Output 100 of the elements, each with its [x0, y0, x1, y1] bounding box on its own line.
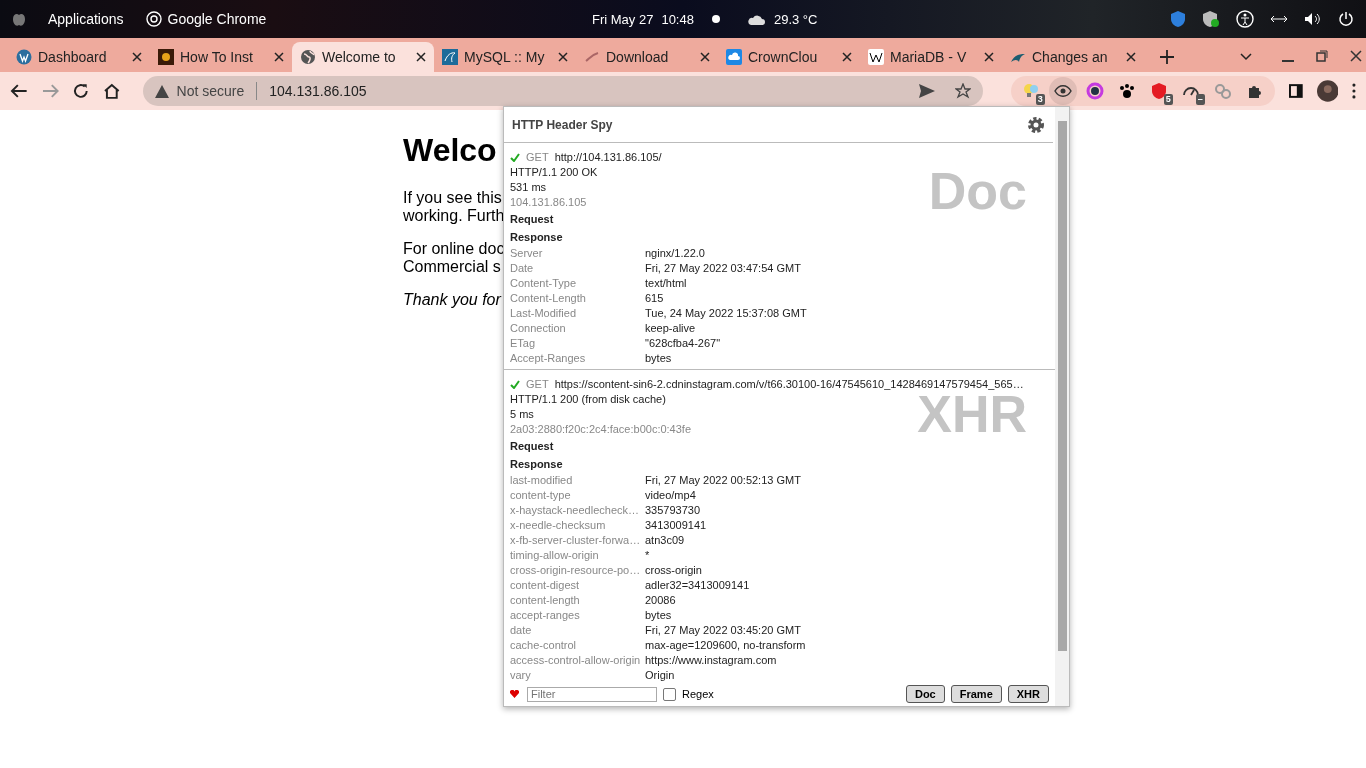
header-value: cross-origin [645, 563, 703, 578]
restore-icon[interactable] [1316, 50, 1328, 62]
heart-icon[interactable] [510, 690, 519, 698]
header-name: content-length [510, 593, 581, 608]
reload-icon[interactable] [73, 83, 89, 99]
close-icon[interactable] [274, 52, 284, 62]
header-name: vary [510, 668, 532, 682]
browser-tab[interactable]: CrownClou [718, 42, 860, 72]
close-icon[interactable] [842, 52, 852, 62]
request-url[interactable]: http://104.131.86.105/ [554, 150, 662, 165]
header-value: Origin [645, 668, 676, 682]
header-value: 3413009141 [645, 518, 708, 533]
header-name: Content-Type [510, 276, 578, 291]
browser-tab[interactable]: Dashboard [8, 42, 150, 72]
browser-tab[interactable]: MariaDB - V [860, 42, 1002, 72]
header-value: https://www.instagram.com [645, 653, 778, 668]
filter-button[interactable]: XHR [1007, 685, 1049, 703]
header-value: Tue, 24 May 2022 15:37:08 GMT [645, 306, 808, 321]
network-icon[interactable] [1270, 14, 1288, 24]
avatar[interactable] [1316, 80, 1339, 102]
accessibility-icon[interactable] [1236, 10, 1254, 28]
request-method: GET [526, 150, 549, 165]
header-value: 335793730 [645, 503, 702, 518]
header-value: Fri, 27 May 2022 00:52:13 GMT [645, 473, 802, 488]
response-section[interactable]: Response [510, 455, 1049, 473]
browser-tab[interactable]: Download [576, 42, 718, 72]
paw-icon [1117, 82, 1136, 100]
status-line: HTTP/1.1 200 (from disk cache) [510, 392, 666, 407]
back-icon[interactable] [10, 83, 28, 99]
header-value: max-age=1209600, no-transform [645, 638, 807, 653]
header-name: Connection [510, 321, 567, 336]
clock-time[interactable]: 10:48 [661, 11, 694, 27]
security-label[interactable]: Not secure [176, 83, 245, 99]
header-value: bytes [645, 608, 673, 623]
header-name: accept-ranges [510, 608, 581, 623]
filter-button[interactable]: Doc [905, 685, 945, 703]
extension-button[interactable]: – [1176, 77, 1205, 105]
wiki-icon [868, 49, 884, 65]
request-section[interactable]: Request [510, 437, 1049, 455]
request-url[interactable]: https://scontent-sin6-2.cdninstagram.com/v/t66.30100-16/47545610_1428469147579454_565… [554, 377, 1024, 392]
header-value: bytes [645, 351, 673, 366]
settings-icon[interactable] [1027, 115, 1045, 134]
star-icon[interactable] [954, 83, 971, 99]
extension-button[interactable]: 5 [1144, 77, 1173, 105]
shield-icon[interactable] [1170, 10, 1186, 28]
header-name: Content-Length [510, 291, 587, 306]
header-name: cross-origin-resource-po… [510, 563, 642, 578]
regex-checkbox[interactable] [663, 687, 676, 701]
clock-date[interactable]: Fri May 27 [592, 11, 654, 27]
close-icon[interactable] [132, 52, 142, 62]
browser-tab[interactable]: MySQL :: My [434, 42, 576, 72]
filter-field[interactable]: Filter [527, 686, 657, 702]
header-value: video/mp4 [645, 488, 697, 503]
power-icon[interactable] [1338, 11, 1354, 27]
extension-button[interactable]: 3 [1016, 77, 1045, 105]
more-icon[interactable] [1352, 83, 1356, 99]
header-name: ETag [510, 336, 537, 351]
dot-icon [711, 15, 720, 23]
page-heading: Welco [403, 132, 497, 169]
close-icon[interactable] [558, 52, 568, 62]
wave-icon [584, 49, 600, 65]
volume-icon[interactable] [1304, 12, 1322, 26]
ip-address: 104.131.86.105 [510, 195, 587, 210]
address-bar[interactable]: Not secure 104.131.86.105 [142, 76, 983, 106]
eye-icon [1053, 85, 1072, 97]
shield-check-icon[interactable] [1202, 10, 1220, 28]
cloud-icon [747, 13, 766, 25]
response-section[interactable]: Response [510, 228, 1049, 246]
header-name: content-type [510, 488, 572, 503]
home-icon[interactable] [102, 83, 121, 99]
close-icon[interactable] [700, 52, 710, 62]
new-tab-icon[interactable] [1160, 50, 1174, 64]
header-value: atn3c09 [645, 533, 686, 548]
close-icon[interactable] [416, 52, 426, 62]
puzzle-icon [1246, 83, 1263, 99]
browser-tab[interactable]: Welcome to [292, 42, 434, 72]
warning-icon [154, 84, 169, 98]
response-time: 5 ms [510, 407, 534, 422]
applications-menu[interactable]: Applications [48, 11, 124, 27]
url-text[interactable]: 104.131.86.105 [269, 83, 367, 99]
close-icon[interactable] [1126, 52, 1136, 62]
extension-button[interactable] [1048, 77, 1077, 105]
response-time: 531 ms [510, 180, 547, 195]
browser-tab[interactable]: Changes an [1002, 42, 1144, 72]
gear-pair-icon [1213, 82, 1232, 100]
check-icon [510, 380, 520, 389]
header-name: Server [510, 246, 544, 261]
side-panel-icon[interactable] [1288, 84, 1303, 98]
close-icon[interactable] [1350, 50, 1362, 62]
scrollbar-thumb[interactable] [1057, 121, 1067, 651]
browser-tab[interactable]: How To Inst [150, 42, 292, 72]
chevron-down-icon[interactable] [1240, 53, 1252, 61]
filter-button[interactable]: Frame [950, 685, 1002, 703]
send-icon[interactable] [918, 84, 935, 98]
header-name: timing-allow-origin [510, 548, 600, 563]
apple-icon[interactable] [12, 11, 26, 27]
app-name[interactable]: Google Chrome [167, 11, 267, 27]
close-icon[interactable] [984, 52, 994, 62]
header-name: last-modified [510, 473, 574, 488]
page-text: working. Furth [403, 207, 505, 225]
